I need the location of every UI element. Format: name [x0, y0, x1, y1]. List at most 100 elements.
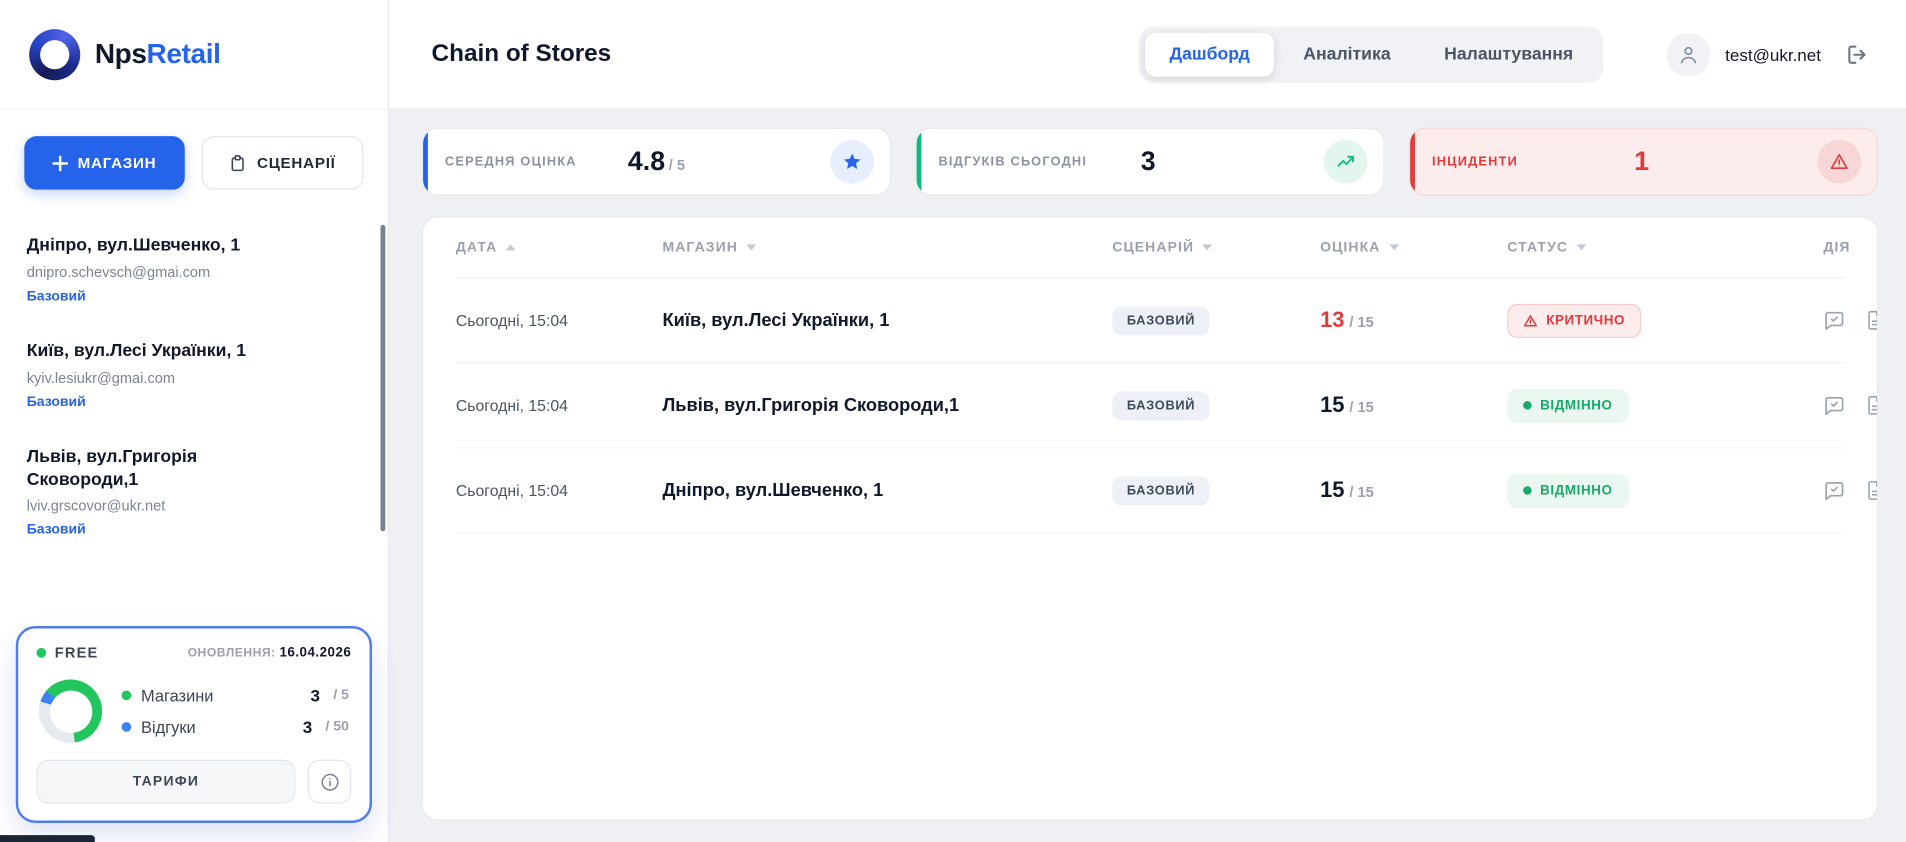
clipboard-icon [229, 154, 247, 172]
stat-suffix: / 5 [669, 157, 685, 174]
review-score-max: / 15 [1349, 484, 1373, 501]
logout-button[interactable] [1845, 42, 1869, 66]
plan-card-header: FREE ОНОВЛЕННЯ: 16.04.2026 [36, 644, 351, 661]
plus-icon [52, 155, 68, 171]
dashboard-content: СЕРЕДНЯ ОЦІНКА 4.8/ 5 ВІДГУКІВ СЬОГОДНІ … [389, 109, 1906, 842]
usage-limit: / 50 [326, 720, 349, 735]
trend-up-icon[interactable] [1324, 140, 1368, 184]
column-header-score[interactable]: ОЦІНКА [1320, 240, 1507, 255]
star-icon[interactable] [830, 140, 874, 184]
usage-label: Відгуки [141, 718, 196, 736]
reviews-table: ДАТА МАГАЗИН СЦЕНАРІЙ ОЦІНКА СТАТУС ДІЯ … [422, 216, 1878, 820]
sidebar-scrollbar[interactable] [380, 225, 385, 531]
tab-settings[interactable]: Налаштування [1420, 32, 1598, 76]
add-store-button[interactable]: МАГАЗИН [24, 136, 184, 189]
review-score-max: / 15 [1349, 399, 1373, 416]
report-button[interactable] [1865, 480, 1878, 501]
add-store-label: МАГАЗИН [78, 154, 157, 171]
store-email: lviv.grscovor@ukr.net [27, 498, 361, 515]
tab-dashboard[interactable]: Дашборд [1145, 32, 1274, 76]
plan-renewal-date: 16.04.2026 [280, 645, 352, 660]
plan-usage: Магазини 3 / 5 Відгуки 3 / 50 [39, 680, 349, 743]
store-list-item[interactable]: Київ, вул.Лесі Українки, 1 kyiv.lesiukr@… [27, 322, 361, 428]
usage-legend: Магазини 3 / 5 Відгуки 3 / 50 [122, 686, 349, 737]
usage-row-reviews: Відгуки 3 / 50 [122, 717, 349, 736]
review-store: Київ, вул.Лесі Українки, 1 [663, 310, 1113, 331]
column-header-scenario[interactable]: СЦЕНАРІЙ [1112, 240, 1320, 255]
column-header-date[interactable]: ДАТА [456, 240, 663, 255]
tariffs-button[interactable]: ТАРИФИ [36, 760, 295, 804]
user-email: test@ukr.net [1725, 44, 1821, 63]
usage-donut-chart [39, 680, 102, 743]
scenario-badge: БАЗОВИЙ [1112, 476, 1210, 505]
user-icon [1678, 43, 1700, 65]
document-icon [1865, 310, 1878, 331]
usage-value: 3 [303, 717, 312, 736]
table-row[interactable]: Сьогодні, 15:04 Київ, вул.Лесі Українки,… [456, 278, 1847, 363]
chat-icon [1823, 394, 1845, 416]
stat-value: 1 [1634, 146, 1649, 176]
status-dot-icon [1523, 486, 1532, 495]
scenario-badge: БАЗОВИЙ [1112, 391, 1210, 420]
status-dot-icon [1523, 401, 1532, 410]
logout-icon [1845, 42, 1869, 66]
sidebar-actions: МАГАЗИН СЦЕНАРІЇ [0, 109, 388, 211]
status-badge-ok: ВІДМІННО [1507, 473, 1628, 507]
horizontal-scrollbar[interactable] [0, 835, 95, 842]
scenario-badge: БАЗОВИЙ [1112, 306, 1210, 335]
stat-cards: СЕРЕДНЯ ОЦІНКА 4.8/ 5 ВІДГУКІВ СЬОГОДНІ … [422, 128, 1878, 196]
plan-tier: FREE [36, 644, 98, 661]
store-email: kyiv.lesiukr@gmai.com [27, 369, 361, 386]
store-plan-badge: Базовий [27, 289, 361, 304]
store-list-item[interactable]: Дніпро, вул.Шевченко, 1 dnipro.schevsch@… [27, 216, 361, 322]
review-score: 15 [1320, 478, 1344, 502]
avatar[interactable] [1667, 32, 1711, 76]
plan-info-button[interactable] [308, 760, 352, 804]
brand-name-prefix: Nps [95, 38, 147, 70]
review-store: Львів, вул.Григорія Сковороди,1 [663, 395, 1113, 416]
chat-icon [1823, 480, 1845, 502]
tab-analytics[interactable]: Аналітика [1279, 32, 1415, 76]
alert-triangle-icon[interactable] [1817, 140, 1861, 184]
brand-name: NpsRetail [95, 38, 221, 71]
plan-card-footer: ТАРИФИ [36, 760, 351, 804]
accent-bar [917, 129, 922, 195]
usage-row-stores: Магазини 3 / 5 [122, 686, 349, 705]
topbar: Chain of Stores Дашборд Аналітика Налашт… [389, 0, 1906, 109]
store-list-item[interactable]: Львів, вул.Григорія Сковороди,1 lviv.grs… [27, 428, 361, 556]
report-button[interactable] [1865, 395, 1878, 416]
column-header-action: ДІЯ [1823, 240, 1850, 255]
status-label: КРИТИЧНО [1546, 313, 1625, 328]
report-button[interactable] [1865, 310, 1878, 331]
column-header-status[interactable]: СТАТУС [1507, 240, 1823, 255]
user-menu: test@ukr.net [1667, 32, 1870, 76]
scenarios-button[interactable]: СЦЕНАРІЇ [201, 136, 363, 189]
stat-label: ІНЦИДЕНТИ [1432, 154, 1518, 169]
plan-tier-label: FREE [55, 644, 99, 661]
feedback-button[interactable] [1823, 309, 1845, 331]
store-name: Львів, вул.Григорія Сковороди,1 [27, 446, 307, 492]
review-score: 13 [1320, 308, 1344, 332]
review-score-max: / 15 [1349, 314, 1373, 331]
plan-card: FREE ОНОВЛЕННЯ: 16.04.2026 Магазини 3 / … [16, 626, 372, 823]
brand-logo-icon [29, 29, 80, 80]
column-header-store[interactable]: МАГАЗИН [663, 240, 1113, 255]
stat-card-average-score: СЕРЕДНЯ ОЦІНКА 4.8/ 5 [422, 128, 891, 196]
usage-value: 3 [310, 686, 319, 705]
table-row[interactable]: Сьогодні, 15:04 Львів, вул.Григорія Сков… [456, 363, 1847, 448]
stat-card-incidents: ІНЦИДЕНТИ 1 [1409, 128, 1878, 196]
feedback-button[interactable] [1823, 394, 1845, 416]
feedback-button[interactable] [1823, 480, 1845, 502]
stat-label: ВІДГУКІВ СЬОГОДНІ [938, 154, 1087, 169]
usage-limit: / 5 [333, 688, 349, 703]
table-header: ДАТА МАГАЗИН СЦЕНАРІЙ ОЦІНКА СТАТУС ДІЯ [456, 218, 1847, 279]
nav-tabs: Дашборд Аналітика Налаштування [1139, 26, 1603, 82]
table-row[interactable]: Сьогодні, 15:04 Дніпро, вул.Шевченко, 1 … [456, 449, 1847, 534]
store-name: Київ, вул.Лесі Українки, 1 [27, 340, 307, 363]
status-badge-ok: ВІДМІННО [1507, 388, 1628, 422]
accent-bar [423, 129, 428, 195]
review-date: Сьогодні, 15:04 [456, 311, 663, 329]
document-icon [1865, 395, 1878, 416]
info-icon [319, 771, 340, 792]
document-icon [1865, 480, 1878, 501]
